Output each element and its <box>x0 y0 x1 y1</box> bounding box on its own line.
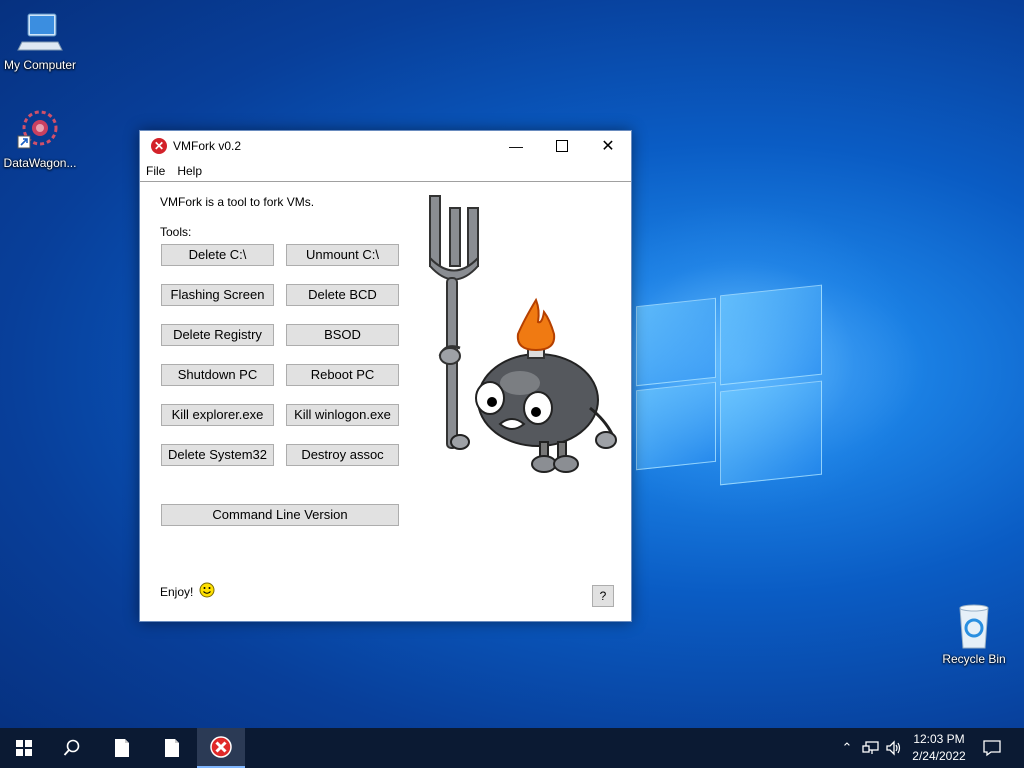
enjoy-text: Enjoy! <box>160 585 194 599</box>
file-icon <box>115 739 129 757</box>
app-shortcut-icon <box>16 106 64 154</box>
delete-registry-button[interactable]: Delete Registry <box>161 324 274 346</box>
title-bar[interactable]: ✕ VMFork v0.2 — ✕ <box>140 131 631 161</box>
close-button[interactable]: ✕ <box>585 131 631 161</box>
desktop-icon-label: DataWagon... <box>3 156 77 170</box>
action-center-button[interactable] <box>978 728 1006 768</box>
help-button[interactable]: ? <box>592 585 614 607</box>
kill-explorer-button[interactable]: Kill explorer.exe <box>161 404 274 426</box>
kill-winlogon-button[interactable]: Kill winlogon.exe <box>286 404 399 426</box>
menu-file[interactable]: File <box>146 164 165 178</box>
minimize-button[interactable]: — <box>493 131 539 161</box>
volume-button[interactable] <box>884 728 904 768</box>
windows-start-icon <box>16 740 32 756</box>
network-button[interactable] <box>860 728 882 768</box>
taskbar-vmfork-app[interactable] <box>197 728 245 768</box>
unmount-c-button[interactable]: Unmount C:\ <box>286 244 399 266</box>
desktop-icon-label: Recycle Bin <box>942 652 1006 666</box>
network-icon <box>862 741 879 754</box>
computer-icon <box>16 8 64 56</box>
minimize-icon: — <box>509 138 523 154</box>
taskbar-clock[interactable]: 12:03 PM 2/24/2022 <box>904 731 974 765</box>
delete-bcd-button[interactable]: Delete BCD <box>286 284 399 306</box>
start-button[interactable] <box>0 728 48 768</box>
recycle-bin-icon <box>950 602 998 650</box>
volume-icon <box>886 740 901 756</box>
show-hidden-icons-button[interactable]: ⌃ <box>838 728 856 768</box>
vmfork-window: ✕ VMFork v0.2 — ✕ File Help VMFork is a … <box>139 130 632 622</box>
clock-date: 2/24/2022 <box>912 749 966 763</box>
maximize-icon <box>556 140 568 152</box>
vmfork-app-icon <box>210 736 232 758</box>
taskbar-file-2[interactable] <box>148 728 196 768</box>
intro-text: VMFork is a tool to fork VMs. <box>160 195 315 209</box>
desktop-icon-datawagon[interactable]: DataWagon... <box>0 106 80 170</box>
desktop-icon-my-computer[interactable]: My Computer <box>0 8 80 72</box>
menu-bar: File Help <box>140 161 631 182</box>
search-button[interactable] <box>48 728 96 768</box>
file-icon <box>165 739 179 757</box>
chevron-up-icon: ⌃ <box>841 740 853 755</box>
shutdown-pc-button[interactable]: Shutdown PC <box>161 364 274 386</box>
windows-logo <box>636 284 822 486</box>
window-body: VMFork is a tool to fork VMs. Tools: Del… <box>140 182 631 620</box>
close-icon: ✕ <box>601 138 615 155</box>
maximize-button[interactable] <box>539 131 585 161</box>
desktop-icon-label: My Computer <box>3 58 77 72</box>
tools-label: Tools: <box>160 225 192 239</box>
menu-help[interactable]: Help <box>177 164 202 178</box>
delete-system32-button[interactable]: Delete System32 <box>161 444 274 466</box>
notification-icon <box>983 740 1001 757</box>
reboot-pc-button[interactable]: Reboot PC <box>286 364 399 386</box>
taskbar: ⌃ 12:03 PM 2/24/2022 <box>0 728 1024 768</box>
search-icon <box>63 739 80 756</box>
smiley-icon <box>199 582 215 598</box>
destroy-assoc-button[interactable]: Destroy assoc <box>286 444 399 466</box>
bsod-button[interactable]: BSOD <box>286 324 399 346</box>
flashing-screen-button[interactable]: Flashing Screen <box>161 284 274 306</box>
desktop-icon-recycle-bin[interactable]: Recycle Bin <box>934 602 1014 666</box>
delete-c-button[interactable]: Delete C:\ <box>161 244 274 266</box>
error-x-icon: ✕ <box>151 138 167 154</box>
clock-time: 12:03 PM <box>913 732 965 746</box>
bomb-mascot-with-fork-image <box>429 195 617 473</box>
command-line-version-button[interactable]: Command Line Version <box>161 504 399 526</box>
window-title: VMFork v0.2 <box>173 139 242 153</box>
taskbar-file-1[interactable] <box>98 728 146 768</box>
